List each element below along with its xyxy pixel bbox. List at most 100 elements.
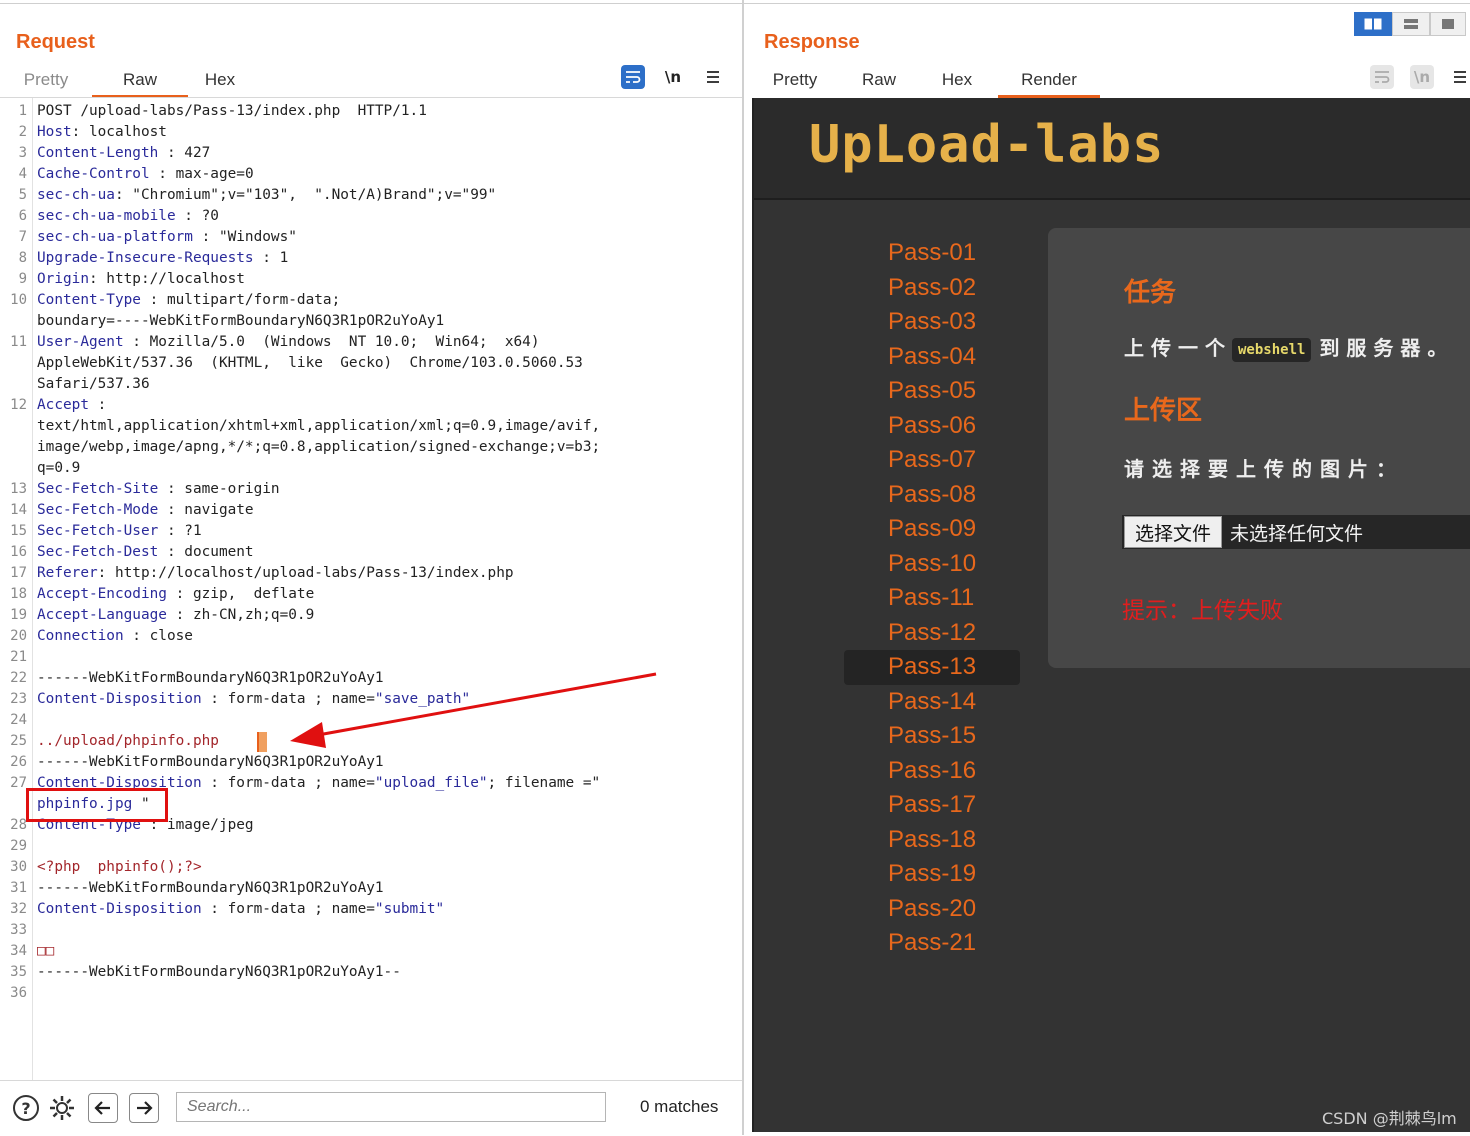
line-text: ../upload/phpinfo.php [37,731,219,752]
wrap-lines-icon[interactable] [1370,65,1394,89]
code-token: Connection [37,628,124,644]
code-token: : multipart/form-data; [140,292,341,308]
task-text-before: 上传一个 [1124,336,1232,360]
pass-link[interactable]: Pass-03 [844,305,1020,340]
code-token: ; filename =" [487,775,601,791]
code-token: □□ [37,943,55,959]
single-pane-icon[interactable] [1430,12,1466,36]
code-token: POST /upload-labs/Pass-13/index.php HTTP… [37,103,427,119]
line-text: Referer: http://localhost/upload-labs/Pa… [37,563,514,584]
pass-link[interactable]: Pass-17 [844,788,1020,823]
hamburger-menu-icon[interactable] [1450,65,1470,89]
line-text: Sec-Fetch-User : ?1 [37,521,202,542]
pass-link[interactable]: Pass-06 [844,409,1020,444]
line-text: Connection : close [37,626,193,647]
code-token: : ?1 [158,523,202,539]
arrow-left-icon[interactable] [88,1093,118,1123]
pass-link[interactable]: Pass-10 [844,547,1020,582]
pass-link[interactable]: Pass-18 [844,823,1020,858]
tab-hex[interactable]: Hex [940,66,974,94]
pass-link[interactable]: Pass-12 [844,616,1020,651]
line-text: Sec-Fetch-Site : same-origin [37,479,280,500]
line-number: 12 [10,397,27,413]
pass-link[interactable]: Pass-13 [844,650,1020,685]
hamburger-menu-icon[interactable] [701,65,725,89]
line-number: 3 [18,145,27,161]
code-token: q=0.9 [37,460,81,476]
code-token: : "Windows" [192,229,297,245]
pass-link[interactable]: Pass-21 [844,926,1020,961]
upload-hint: 提示：上传失败 [1122,598,1283,624]
line-text: ------WebKitFormBoundaryN6Q3R1pOR2uYoAy1 [37,878,384,899]
line-number: 23 [10,691,27,707]
tab-raw[interactable]: Raw [92,66,188,98]
tab-raw[interactable]: Raw [862,66,896,94]
code-token: Content-Length [37,145,159,161]
split-vertical-icon[interactable] [1392,12,1430,36]
line-text: POST /upload-labs/Pass-13/index.php HTTP… [37,101,427,122]
code-token: Accept-Language [37,607,167,623]
code-token: : http://localhost/upload-labs/Pass-13/i… [97,565,514,581]
help-icon[interactable]: ? [11,1093,41,1123]
pass-link[interactable]: Pass-01 [844,236,1020,271]
task-text-after: 到服务器。 [1319,336,1455,360]
code-token: Host [37,124,72,140]
code-token: : form-data ; name= [201,691,375,707]
tab-render[interactable]: Render [998,66,1100,98]
code-token: : localhost [71,124,167,140]
request-pane: Request Pretty Raw Hex \n 1 POST /upload-… [0,0,744,1136]
request-editor[interactable]: 1 POST /upload-labs/Pass-13/index.php HTT… [0,97,742,1081]
pass-link[interactable]: Pass-15 [844,719,1020,754]
line-number: 9 [18,271,27,287]
tab-pretty[interactable]: Pretty [22,66,70,94]
upload-prompt: 请选择要上传的图片： [1124,457,1404,481]
code-token: sec-ch-ua-platform [37,229,193,245]
line-text: sec-ch-ua: "Chromium";v="103", ".Not/A)B… [37,185,496,206]
task-description: 上传一个 webshell 到服务器。 [1124,332,1454,362]
pass-link[interactable]: Pass-04 [844,340,1020,375]
code-token: boundary=----WebKitFormBoundaryN6Q3R1pOR… [37,313,445,329]
pass-link[interactable]: Pass-08 [844,478,1020,513]
line-number: 27 [10,775,27,791]
pass-link[interactable]: Pass-11 [844,581,1020,616]
code-token: ------WebKitFormBoundaryN6Q3R1pOR2uYoAy1 [37,670,384,686]
line-number: 14 [10,502,27,518]
line-number: 25 [10,733,27,749]
code-token: "upload_file" [374,775,488,791]
tab-hex[interactable]: Hex [198,66,242,94]
wrap-lines-icon[interactable] [621,65,645,89]
search-input[interactable] [176,1092,606,1122]
pass-link[interactable]: Pass-20 [844,892,1020,927]
pass-link[interactable]: Pass-14 [844,685,1020,720]
line-number: 19 [10,607,27,623]
task-code: webshell [1232,337,1312,362]
code-token: : max-age=0 [149,166,254,182]
pass-link[interactable]: Pass-09 [844,512,1020,547]
code-token: Accept [37,397,89,413]
tab-pretty[interactable]: Pretty [772,66,818,94]
line-text: Content-Length : 427 [37,143,210,164]
code-token: : gzip, deflate [166,586,315,602]
split-horizontal-icon[interactable] [1354,12,1392,36]
request-footer: ? 0 matches [0,1080,742,1136]
pass-link[interactable]: Pass-19 [844,857,1020,892]
newline-toggle-icon[interactable]: \n [661,65,685,89]
pass-link[interactable]: Pass-07 [844,443,1020,478]
code-token: : close [123,628,193,644]
code-token: : ?0 [175,208,219,224]
line-text: image/webp,image/apng,*/*;q=0.8,applicat… [37,437,600,458]
gear-icon[interactable] [47,1093,77,1123]
code-token: : zh-CN,zh;q=0.9 [166,607,315,623]
pass-link[interactable]: Pass-16 [844,754,1020,789]
choose-file-button[interactable]: 选择文件 [1124,516,1223,548]
line-number: 34 [10,943,27,959]
pass-link[interactable]: Pass-02 [844,271,1020,306]
code-token: : form-data ; name= [201,901,375,917]
line-text: sec-ch-ua-platform : "Windows" [37,227,297,248]
line-number: 18 [10,586,27,602]
line-number: 10 [10,292,27,308]
code-token: Sec-Fetch-Dest [37,544,159,560]
pass-link[interactable]: Pass-05 [844,374,1020,409]
arrow-right-icon[interactable] [129,1093,159,1123]
newline-toggle-icon[interactable]: \n [1410,65,1434,89]
